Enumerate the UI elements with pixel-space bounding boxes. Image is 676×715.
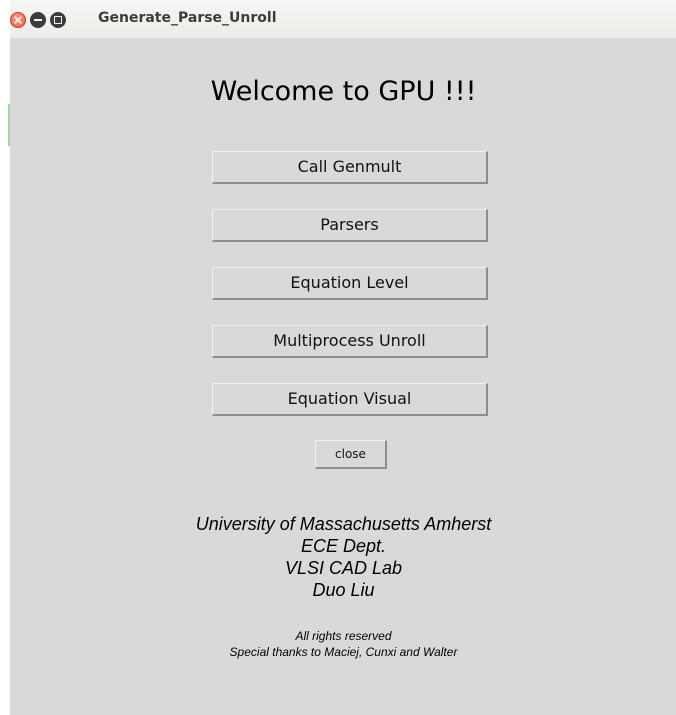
call-genmult-button[interactable]: Call Genmult — [212, 151, 488, 184]
equation-level-button[interactable]: Equation Level — [212, 267, 488, 300]
multiprocess-unroll-button[interactable]: Multiprocess Unroll — [212, 325, 488, 358]
parsers-button[interactable]: Parsers — [212, 209, 488, 242]
credit-thanks: Special thanks to Maciej, Cunxi and Walt… — [229, 645, 458, 659]
credit-dept: ECE Dept. — [300, 536, 387, 556]
window-maximize-icon[interactable] — [50, 12, 66, 28]
credit-author: Duo Liu — [312, 580, 375, 600]
window-minimize-icon[interactable] — [30, 12, 46, 28]
app-window: Generate_Parse_Unroll Welcome to GPU !!!… — [0, 0, 676, 715]
credit-university: University of Massachusetts Amherst — [195, 514, 492, 534]
close-button[interactable]: close — [315, 440, 387, 469]
main-panel: Welcome to GPU !!! Call Genmult Parsers … — [11, 39, 676, 715]
edge-highlight — [8, 104, 10, 146]
page-title: Welcome to GPU !!! — [210, 76, 477, 107]
credit-lab: VLSI CAD Lab — [284, 558, 403, 578]
window-left-edge — [0, 38, 11, 715]
title-bar[interactable]: Generate_Parse_Unroll — [10, 0, 676, 39]
credit-rights: All rights reserved — [295, 629, 392, 643]
equation-visual-button[interactable]: Equation Visual — [212, 383, 488, 416]
window-title: Generate_Parse_Unroll — [98, 10, 277, 26]
window-close-icon[interactable] — [10, 12, 26, 28]
